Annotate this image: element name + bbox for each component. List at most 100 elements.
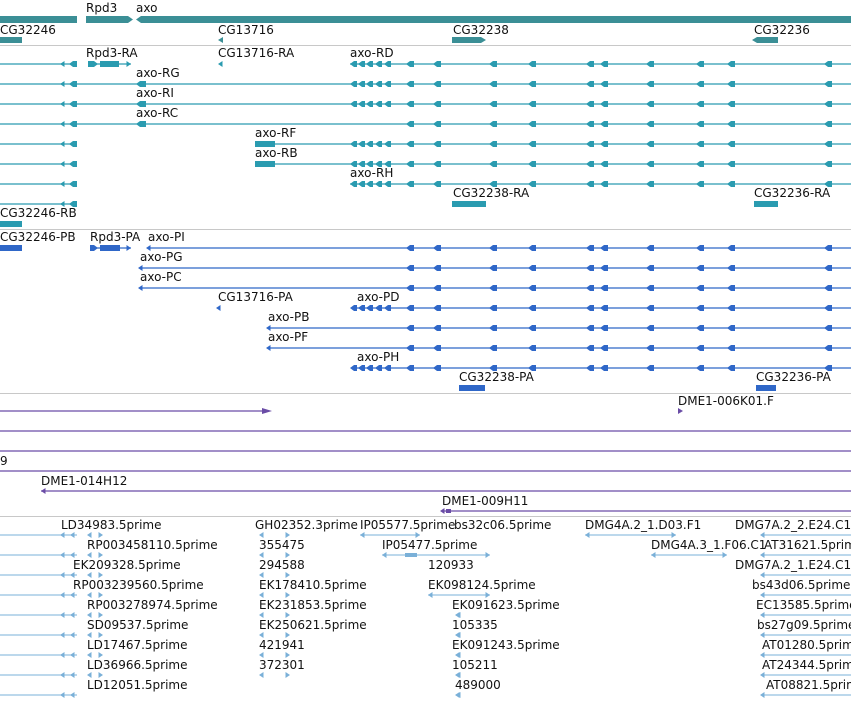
clone-label[interactable]: 9 [0, 454, 8, 468]
protein-label[interactable]: CG32238-PA [459, 370, 534, 384]
exon-block [350, 141, 357, 147]
strand-arrow-left [60, 552, 65, 558]
gene-label[interactable]: axo [136, 1, 157, 15]
protein-label[interactable]: CG32236-PA [756, 370, 831, 384]
protein-label[interactable]: axo-PH [357, 350, 399, 364]
transcript-label[interactable]: CG13716-RA [218, 46, 294, 60]
transcript-label[interactable]: CG32236-RA [754, 186, 830, 200]
strand-arrow-left [138, 285, 143, 291]
est-label[interactable]: LD17467.5prime [87, 638, 188, 652]
est-label[interactable]: bs27g09.5prime [757, 618, 851, 632]
protein-label[interactable]: Rpd3-PA [90, 230, 140, 244]
est-label[interactable]: LD34983.5prime [61, 518, 162, 532]
exon-block [586, 61, 594, 67]
gene-label[interactable]: CG13716 [218, 23, 274, 37]
clone-line [446, 509, 451, 513]
strand-arrow-left [70, 652, 75, 658]
strand-arrow-left [585, 532, 590, 538]
transcript-label[interactable]: axo-RD [350, 46, 394, 60]
exon-block [696, 81, 704, 87]
protein-label[interactable]: axo-PF [268, 330, 308, 344]
exon-block [824, 305, 832, 311]
est-label[interactable]: 355475 [259, 538, 305, 552]
transcript-label[interactable]: axo-RB [255, 146, 298, 160]
est-label[interactable]: EK231853.5prime [259, 598, 367, 612]
clone-label[interactable]: DME1-009H11 [442, 494, 528, 508]
est-label[interactable]: AT24344.5prime [762, 658, 851, 672]
est-label[interactable]: 421941 [259, 638, 305, 652]
transcript-label[interactable]: axo-RF [255, 126, 296, 140]
transcript-label[interactable]: CG32238-RA [453, 186, 529, 200]
gene-label[interactable]: CG32236 [754, 23, 810, 37]
transcript-label[interactable]: axo-RI [136, 86, 174, 100]
exon-block [528, 81, 536, 87]
est-label[interactable]: 294588 [259, 558, 305, 572]
strand-arrow-left [60, 632, 65, 638]
est-label[interactable]: EK098124.5prime [428, 578, 536, 592]
est-label[interactable]: EC13585.5prime [756, 598, 851, 612]
est-label[interactable]: 120933 [428, 558, 474, 572]
est-label[interactable]: SD09537.5prime [87, 618, 188, 632]
est-label[interactable]: RP003458110.5prime [87, 538, 218, 552]
est-label[interactable]: IP05477.5prime [382, 538, 477, 552]
protein-label[interactable]: axo-PD [357, 290, 399, 304]
est-label[interactable]: EK091243.5prime [452, 638, 560, 652]
exon-block [375, 101, 382, 107]
exon-block [528, 285, 536, 291]
est-label[interactable]: bs32c06.5prime [454, 518, 551, 532]
est-label[interactable]: RP003239560.5prime [73, 578, 204, 592]
est-label[interactable]: EK178410.5prime [259, 578, 367, 592]
est-label[interactable]: DMG7A.2_1.E24.C1 [735, 558, 851, 572]
est-label[interactable]: DMG4A.2_1.D03.F1 [585, 518, 701, 532]
gene-label[interactable]: CG32246 [0, 23, 56, 37]
exon-block [69, 181, 77, 187]
protein-label[interactable]: axo-PI [148, 230, 185, 244]
strand-arrow-left [428, 592, 433, 598]
est-label[interactable]: AT01280.5prime [762, 638, 851, 652]
est-label[interactable]: DMG4A.3_1.F06.C1 [651, 538, 766, 552]
est-label[interactable]: 489000 [455, 678, 501, 692]
genome-browser-viewport[interactable]: Rpd3 axo CG32246 CG13716 CG32238 CG32236… [0, 0, 851, 701]
exon-block [727, 245, 735, 251]
exon-block [586, 161, 594, 167]
est-label[interactable]: EK209328.5prime [73, 558, 181, 572]
est-label[interactable]: LD36966.5prime [87, 658, 188, 672]
exon-block [433, 121, 441, 127]
protein-label[interactable]: axo-PB [268, 310, 309, 324]
transcript-label[interactable]: axo-RH [350, 166, 393, 180]
exon-block [727, 121, 735, 127]
protein-label[interactable]: axo-PG [140, 250, 183, 264]
exon-block [586, 101, 594, 107]
est-label[interactable]: IP05577.5prime [360, 518, 455, 532]
exon-block [586, 305, 594, 311]
est-label[interactable]: DMG7A.2_2.E24.C1 [735, 518, 851, 532]
clone-label[interactable]: DME1-014H12 [41, 474, 127, 488]
est-label[interactable]: EK250621.5prime [259, 618, 367, 632]
exon-block [600, 161, 608, 167]
est-label[interactable]: bs43d06.5prime [752, 578, 850, 592]
est-label[interactable]: LD12051.5prime [87, 678, 188, 692]
est-label[interactable]: 372301 [259, 658, 305, 672]
clone-label[interactable]: DME1-006K01.F [678, 394, 774, 408]
strand-arrow-left [651, 552, 656, 558]
strand-arrow-left [60, 672, 65, 678]
est-label[interactable]: RP003278974.5prime [87, 598, 218, 612]
est-label[interactable]: AT08821.5prime [766, 678, 851, 692]
protein-label[interactable]: CG13716-PA [218, 290, 293, 304]
est-label[interactable]: GH02352.3prime [255, 518, 358, 532]
gene-label[interactable]: CG32238 [453, 23, 509, 37]
est-label[interactable]: EK091623.5prime [452, 598, 560, 612]
exon-block [375, 181, 382, 187]
gene-label[interactable]: Rpd3 [86, 1, 117, 15]
transcript-label[interactable]: axo-RC [136, 106, 178, 120]
protein-label[interactable]: CG32246-PB [0, 230, 76, 244]
transcript-label[interactable]: Rpd3-RA [86, 46, 138, 60]
est-label[interactable]: 105335 [452, 618, 498, 632]
est-label[interactable]: 105211 [452, 658, 498, 672]
est-label[interactable]: AT31621.5prime [764, 538, 851, 552]
protein-label[interactable]: axo-PC [140, 270, 182, 284]
exon-block [600, 285, 608, 291]
exon-block [375, 81, 382, 87]
transcript-label[interactable]: CG32246-RB [0, 206, 77, 220]
transcript-label[interactable]: axo-RG [136, 66, 180, 80]
